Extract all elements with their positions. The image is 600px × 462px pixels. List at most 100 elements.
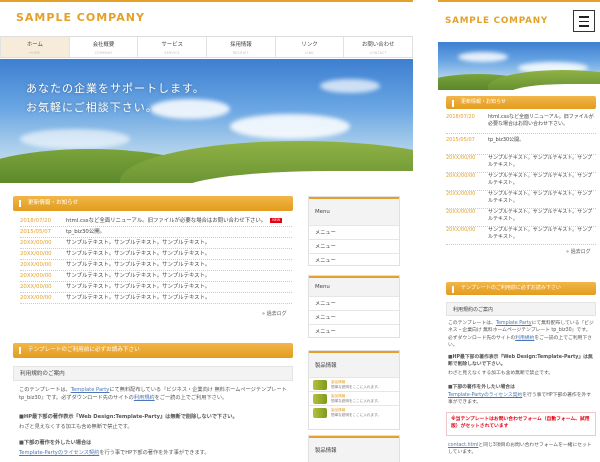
nav-item-service[interactable]: サービス SERVICE <box>138 37 208 57</box>
terms-link[interactable]: 利用規約 <box>515 336 534 341</box>
copyright-warning-sub: わざと見えなくする加工も含め無断で禁止です。 <box>448 371 554 376</box>
product-desc: 簡単な説明をここに入れます。 <box>331 412 381 417</box>
news-row[interactable]: 20XX/00/00 サンプルテキスト。サンプルテキスト。サンプルテキスト。 <box>446 227 596 245</box>
news-text: サンプルテキスト。サンプルテキスト。サンプルテキスト。 <box>488 191 593 204</box>
news-date: 20XX/00/00 <box>20 294 52 301</box>
news-row[interactable]: 20XX/00/00 サンプルテキスト。サンプルテキスト。サンプルテキスト。 <box>446 173 596 191</box>
mobile-view: SAMPLE COMPANY 更新情報・お知らせ 2018/07/20 html.… <box>438 0 600 462</box>
nav-item-home[interactable]: ホーム HOME <box>0 37 70 57</box>
side-products-title: 製品情報 <box>309 436 399 462</box>
news-row[interactable]: 20XX/00/00 サンプルテキスト。サンプルテキスト。サンプルテキスト。 <box>20 239 292 249</box>
nav-label: 採用情報 <box>230 42 252 48</box>
news-row[interactable]: 20XX/00/00 サンプルテキスト。サンプルテキスト。サンプルテキスト。 <box>20 261 292 271</box>
news-heading: 更新情報・お知らせ <box>13 196 293 211</box>
side-menu-2: Menu メニュー メニュー メニュー <box>308 275 400 338</box>
product-desc: 簡単な説明をここに入れます。 <box>331 398 381 403</box>
news-row[interactable]: 2018/07/20 html.cssなど全面リニューアル。旧ファイルが必要な場合… <box>446 114 596 134</box>
nav-sublabel: LINK <box>305 51 314 56</box>
news-row[interactable]: 20XX/00/00 サンプルテキスト。サンプルテキスト。サンプルテキスト。 <box>20 250 292 260</box>
nav-item-recruit[interactable]: 採用情報 RECRUIT <box>207 37 276 57</box>
news-date: 2015/05/07 <box>446 137 475 143</box>
news-date: 20XX/00/00 <box>20 283 52 290</box>
template-heading: テンプレートのご利用前に必ずお読み下さい <box>13 343 293 358</box>
side-menu-item[interactable]: メニュー <box>309 253 399 267</box>
nav-label: お問い合わせ <box>362 42 395 48</box>
product-item[interactable]: 製品情報 簡単な説明をここに入れます。 <box>309 391 399 405</box>
news-date: 2018/07/20 <box>446 114 475 120</box>
news-row[interactable]: 20XX/00/00 サンプルテキスト。サンプルテキスト。サンプルテキスト。 <box>446 155 596 173</box>
nav-label: 会社概要 <box>92 42 115 48</box>
news-text: サンプルテキスト。サンプルテキスト。サンプルテキスト。 <box>488 173 593 186</box>
past-log-link[interactable]: » 過去ログ <box>262 311 287 318</box>
product-thumbnail <box>313 379 327 390</box>
product-desc: 簡単な説明をここに入れます。 <box>331 384 381 389</box>
hero-image <box>438 42 600 90</box>
side-menu-item[interactable]: メニュー <box>309 324 399 338</box>
side-menu-title: Menu <box>309 276 399 296</box>
news-date: 20XX/00/00 <box>446 209 476 215</box>
desktop-view: SAMPLE COMPANY ホーム HOME 会社概要 COMPANY サービス S… <box>0 0 413 462</box>
news-text: サンプルテキスト。サンプルテキスト。サンプルテキスト。 <box>66 250 211 257</box>
past-log-link[interactable]: » 過去ログ <box>566 249 591 256</box>
news-date: 20XX/00/00 <box>20 250 52 257</box>
remove-copyright-note: ■下部の著作を外したい場合は <box>448 385 515 390</box>
nav-item-link[interactable]: リンク LINK <box>275 37 345 57</box>
site-logo[interactable]: SAMPLE COMPANY <box>16 11 145 25</box>
product-item[interactable]: 製品情報 簡単な説明をここに入れます。 <box>309 377 399 391</box>
news-row[interactable]: 20XX/00/00 サンプルテキスト。サンプルテキスト。サンプルテキスト。 <box>446 191 596 209</box>
copyright-warning: ■HP最下部の著作表示『Web Design:Template-Party』は無… <box>19 414 238 420</box>
nav-item-company[interactable]: 会社概要 COMPANY <box>69 37 139 57</box>
site-logo[interactable]: SAMPLE COMPANY <box>445 16 548 27</box>
news-heading: 更新情報・お知らせ <box>446 96 596 109</box>
template-party-link[interactable]: Template Party <box>496 321 532 326</box>
remove-copyright-note: ■下部の著作を外したい場合は <box>19 440 92 446</box>
news-row[interactable]: 2018/07/20 html.cssなど全面リニューアル。旧ファイルが必要な場合… <box>20 217 292 227</box>
hero-line-1: あなたの企業をサポートします。 <box>26 82 205 95</box>
terms-subheading: 利用規約のご案内 <box>13 366 293 381</box>
news-text: サンプルテキスト。サンプルテキスト。サンプルテキスト。 <box>66 272 211 279</box>
template-party-link[interactable]: Template-Party <box>448 393 484 398</box>
news-date: 20XX/00/00 <box>446 227 476 233</box>
news-date: 2015/05/07 <box>20 228 52 235</box>
hero-image: あなたの企業をサポートします。 お気軽にご相談下さい。 <box>0 59 413 183</box>
news-date: 20XX/00/00 <box>20 272 52 279</box>
top-accent-line <box>438 0 600 2</box>
news-text: サンプルテキスト。サンプルテキスト。サンプルテキスト。 <box>488 155 593 168</box>
product-thumbnail <box>313 393 327 404</box>
news-text: html.cssなど全面リニューアル。旧ファイルが必要な場合はお問い合わせ下さい… <box>488 114 594 127</box>
contact-text: contact.htmlと同じ3項目のお問い合わせフォームを一緒にセットしていま… <box>448 442 594 457</box>
news-row[interactable]: 20XX/00/00 サンプルテキスト。サンプルテキスト。サンプルテキスト。 <box>446 209 596 227</box>
side-menu-item[interactable]: メニュー <box>309 225 399 239</box>
nav-item-contact[interactable]: お問い合わせ CONTACT <box>344 37 413 57</box>
news-row[interactable]: 20XX/00/00 サンプルテキスト。サンプルテキスト。サンプルテキスト。 <box>20 283 292 293</box>
side-menu-item[interactable]: メニュー <box>309 310 399 324</box>
hero-line-2: お気軽にご相談下さい。 <box>26 101 158 115</box>
side-menu-item[interactable]: メニュー <box>309 239 399 253</box>
license-link[interactable]: のライセンス契約 <box>484 393 522 398</box>
side-menu-1: Menu メニュー メニュー メニュー <box>308 196 400 266</box>
news-row[interactable]: 20XX/00/00 サンプルテキスト。サンプルテキスト。サンプルテキスト。 <box>20 294 292 304</box>
news-date: 20XX/00/00 <box>446 173 476 179</box>
product-thumbnail <box>313 407 327 418</box>
text: をご一読の上でご利用下さい。 <box>154 395 228 402</box>
nav-sublabel: RECRUIT <box>232 51 249 56</box>
nav-sublabel: HOME <box>29 51 41 56</box>
hamburger-icon[interactable] <box>573 10 595 32</box>
nav-label: リンク <box>301 42 318 48</box>
contact-html-link[interactable]: contact.html <box>448 443 478 448</box>
news-row[interactable]: 20XX/00/00 サンプルテキスト。サンプルテキスト。サンプルテキスト。 <box>20 272 292 282</box>
global-nav: ホーム HOME 会社概要 COMPANY サービス SERVICE 採用情報 RECR… <box>0 36 413 58</box>
news-row[interactable]: 2015/05/07 tp_biz30公開。 <box>446 137 596 155</box>
side-products-2: 製品情報 <box>308 435 400 462</box>
template-party-link[interactable]: Template-Party <box>19 450 58 456</box>
template-party-link[interactable]: Template Party <box>71 387 110 393</box>
side-menu-item[interactable]: メニュー <box>309 296 399 310</box>
license-link[interactable]: のライセンス契約 <box>58 450 99 456</box>
news-text: tp_biz30公開。 <box>66 228 106 235</box>
side-products: 製品情報 製品情報 簡単な説明をここに入れます。 製品情報 簡単な説明をここに入れま… <box>308 350 400 430</box>
news-row[interactable]: 2015/05/07 tp_biz30公開。 <box>20 228 292 238</box>
terms-link[interactable]: 利用規約 <box>134 395 155 401</box>
product-item[interactable]: 製品情報 簡単な説明をここに入れます。 <box>309 405 399 419</box>
license-text: Template-Partyのライセンス契約を行う事でHP下部の著作を外す事がで… <box>448 392 594 407</box>
news-date: 20XX/00/00 <box>20 261 52 268</box>
